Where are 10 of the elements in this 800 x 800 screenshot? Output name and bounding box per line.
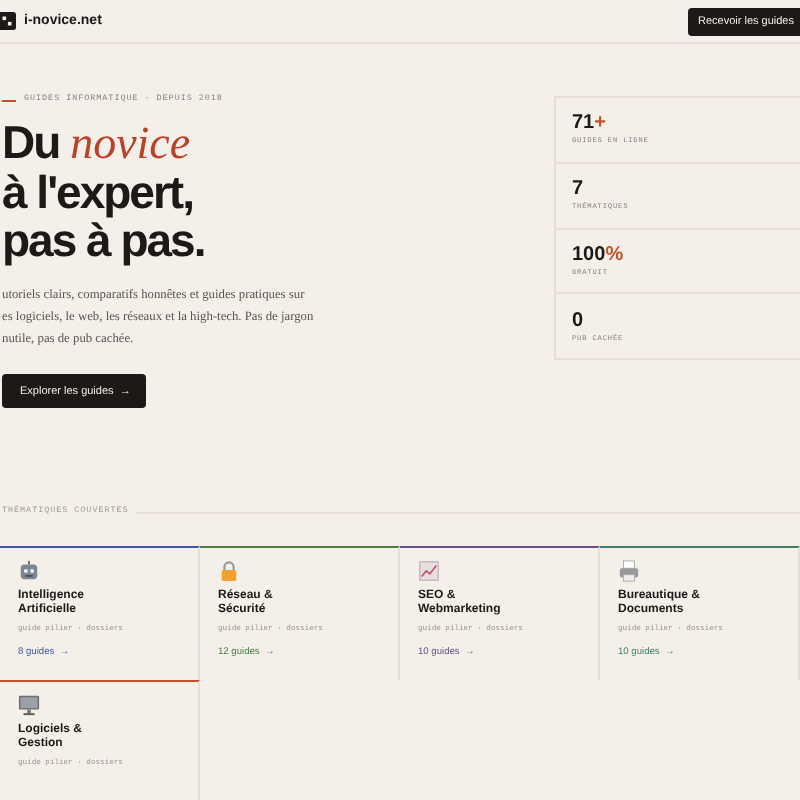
printer-icon <box>618 560 640 582</box>
stat-value: 7 <box>572 178 586 201</box>
chart-icon <box>418 560 440 582</box>
robot-icon <box>18 560 40 582</box>
stat-value: 100% <box>572 243 626 266</box>
stat-value: 71+ <box>572 112 608 135</box>
hero-title: Du novice à l'expert, pas à pas. <box>2 118 207 264</box>
padlock-icon <box>218 560 240 582</box>
stat-value: 0 <box>572 309 586 332</box>
monitor-icon <box>18 694 40 716</box>
